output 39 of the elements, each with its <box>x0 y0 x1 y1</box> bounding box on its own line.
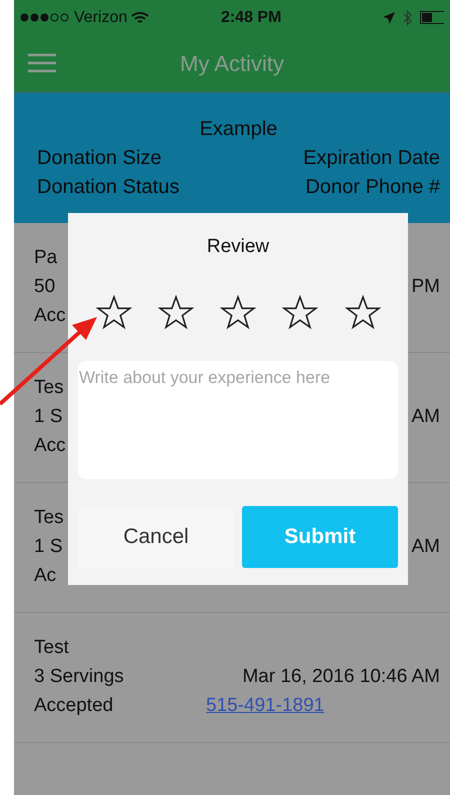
star-icon[interactable] <box>220 294 256 330</box>
column-label: Expiration Date <box>303 146 440 171</box>
date-text: Mar 16, 2016 10:46 AM <box>242 666 440 687</box>
status-text: Acc <box>34 304 66 328</box>
submit-button[interactable]: Submit <box>242 506 398 568</box>
star-icon[interactable] <box>282 294 318 330</box>
servings-text: 50 <box>34 275 56 299</box>
date-text: PM <box>412 276 440 297</box>
status-text: Accepted <box>34 694 114 718</box>
phone-link[interactable]: 515-491-1891 <box>206 695 324 716</box>
column-label: Donation Status <box>37 175 180 200</box>
servings-text: 1 S <box>34 535 63 559</box>
carrier-name: Verizon <box>74 8 128 28</box>
column-label: Donor Phone # <box>305 175 440 200</box>
star-icon[interactable] <box>344 294 380 330</box>
status-text: Ac <box>34 564 56 588</box>
star-rating[interactable] <box>96 294 380 330</box>
page-title: My Activity <box>180 50 284 76</box>
location-arrow-icon <box>383 12 395 24</box>
servings-text: 1 S <box>34 405 63 429</box>
donation-name: Test <box>34 637 69 658</box>
bluetooth-icon <box>403 10 412 26</box>
column-label: Donation Size <box>37 146 162 171</box>
status-time: 2:48 PM <box>220 8 282 28</box>
signal-dots-icon <box>20 13 70 22</box>
date-text: AM <box>412 536 440 557</box>
star-icon[interactable] <box>96 294 132 330</box>
battery-icon <box>420 11 444 24</box>
dialog-title: Review <box>206 235 270 259</box>
date-text: AM <box>412 406 440 427</box>
servings-text: 3 Servings <box>34 665 124 689</box>
donation-name: Pa <box>34 247 58 268</box>
star-icon[interactable] <box>158 294 194 330</box>
donation-name: Tes <box>34 377 64 398</box>
header-title: Example <box>200 118 278 140</box>
donation-name: Tes <box>34 507 64 528</box>
status-text: Acc <box>34 434 66 458</box>
wifi-icon <box>131 10 150 24</box>
review-text-field[interactable]: Write about your experience here <box>78 360 398 478</box>
